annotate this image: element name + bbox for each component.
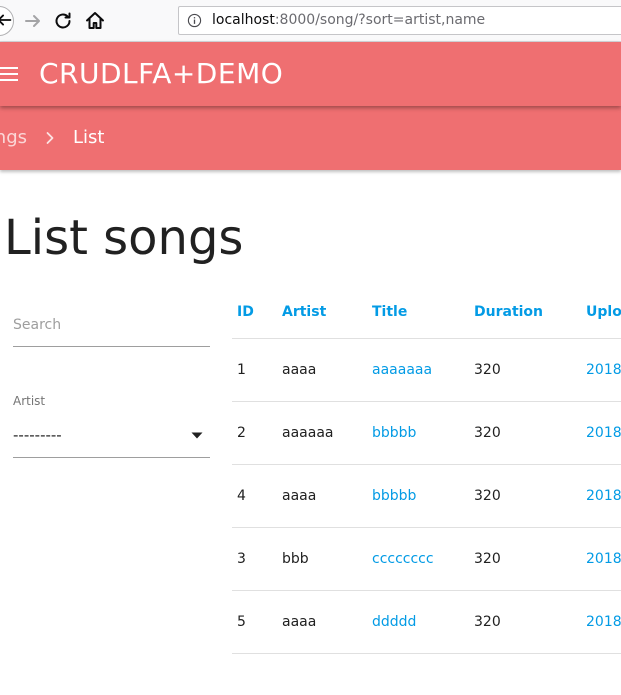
table-row: 3 bbb cccccccc 320 2018- — [232, 527, 621, 591]
home-button[interactable] — [83, 9, 107, 33]
cell-upload-link[interactable]: 2018- — [586, 338, 621, 402]
cell-artist: bbb — [282, 527, 372, 591]
cell-duration: 320 — [474, 338, 586, 402]
cell-duration: 320 — [474, 401, 586, 465]
cell-id: 5 — [232, 590, 282, 654]
cell-duration: 320 — [474, 590, 586, 654]
url-text: localhost:8000/song/?sort=artist,name — [212, 7, 485, 34]
home-icon — [86, 12, 104, 29]
cell-upload-link[interactable]: 2018- — [586, 401, 621, 465]
cell-artist: aaaa — [282, 338, 372, 402]
cell-title-link[interactable]: aaaaaaa — [372, 338, 474, 402]
back-button[interactable] — [0, 6, 14, 36]
cell-id: 4 — [232, 464, 282, 528]
caret-down-icon — [191, 432, 203, 439]
cell-id: 1 — [232, 338, 282, 402]
browser-toolbar: localhost:8000/song/?sort=artist,name — [0, 0, 621, 42]
info-icon[interactable] — [187, 13, 202, 28]
chevron-right-icon — [46, 132, 54, 144]
artist-filter-label: Artist — [13, 394, 46, 408]
search-field[interactable] — [13, 305, 210, 347]
reload-button[interactable] — [51, 9, 75, 33]
app-bar: CRUDLFA+DEMO — [0, 42, 621, 106]
cell-duration: 320 — [474, 527, 586, 591]
cell-upload-link[interactable]: 2018- — [586, 527, 621, 591]
cell-upload-link[interactable]: 2018- — [586, 464, 621, 528]
songs-table-container: ID Artist Title Duration Uploa 1 aaaa aa… — [232, 285, 621, 654]
cell-title-link[interactable]: cccccccc — [372, 527, 474, 591]
url-host: localhost — [212, 12, 275, 28]
table-row: 4 aaaa bbbbb 320 2018- — [232, 464, 621, 528]
column-header-title[interactable]: Title — [372, 285, 474, 339]
breadcrumb-item-current: List — [73, 127, 105, 148]
cell-artist: aaaaaa — [282, 401, 372, 465]
arrow-right-icon — [25, 15, 40, 27]
cell-title-link[interactable]: bbbbb — [372, 401, 474, 465]
url-path: :8000/song/?sort=artist,name — [274, 12, 486, 28]
page-title: List songs — [4, 210, 244, 266]
arrow-left-icon — [0, 14, 12, 26]
table-row: 5 aaaa ddddd 320 2018- — [232, 590, 621, 654]
cell-title-link[interactable]: bbbbb — [372, 464, 474, 528]
column-header-id[interactable]: ID — [232, 285, 282, 339]
column-header-duration[interactable]: Duration — [474, 285, 586, 339]
reload-icon — [55, 12, 71, 29]
table-row: 1 aaaa aaaaaaa 320 2018- — [232, 338, 621, 402]
cell-id: 3 — [232, 527, 282, 591]
cell-artist: aaaa — [282, 464, 372, 528]
table-header-row: ID Artist Title Duration Uploa — [232, 285, 621, 339]
cell-upload-link[interactable]: 2018- — [586, 590, 621, 654]
cell-duration: 320 — [474, 464, 586, 528]
breadcrumb-item-songs[interactable]: ngs — [0, 106, 27, 170]
cell-title-link[interactable]: ddddd — [372, 590, 474, 654]
search-input[interactable] — [13, 313, 210, 337]
breadcrumb: ngs List — [0, 106, 621, 170]
artist-filter-select[interactable]: --------- — [13, 420, 210, 458]
artist-filter-value: --------- — [13, 426, 62, 444]
app-title[interactable]: CRUDLFA+DEMO — [39, 42, 283, 106]
column-header-upload[interactable]: Uploa — [586, 285, 621, 339]
column-header-artist[interactable]: Artist — [282, 285, 372, 339]
table-row: 2 aaaaaa bbbbb 320 2018- — [232, 401, 621, 465]
forward-button[interactable] — [21, 9, 45, 33]
songs-table: ID Artist Title Duration Uploa 1 aaaa aa… — [232, 285, 621, 654]
hamburger-menu-icon[interactable] — [0, 66, 18, 82]
cell-id: 2 — [232, 401, 282, 465]
address-bar[interactable]: localhost:8000/song/?sort=artist,name — [178, 6, 621, 35]
cell-artist: aaaa — [282, 590, 372, 654]
